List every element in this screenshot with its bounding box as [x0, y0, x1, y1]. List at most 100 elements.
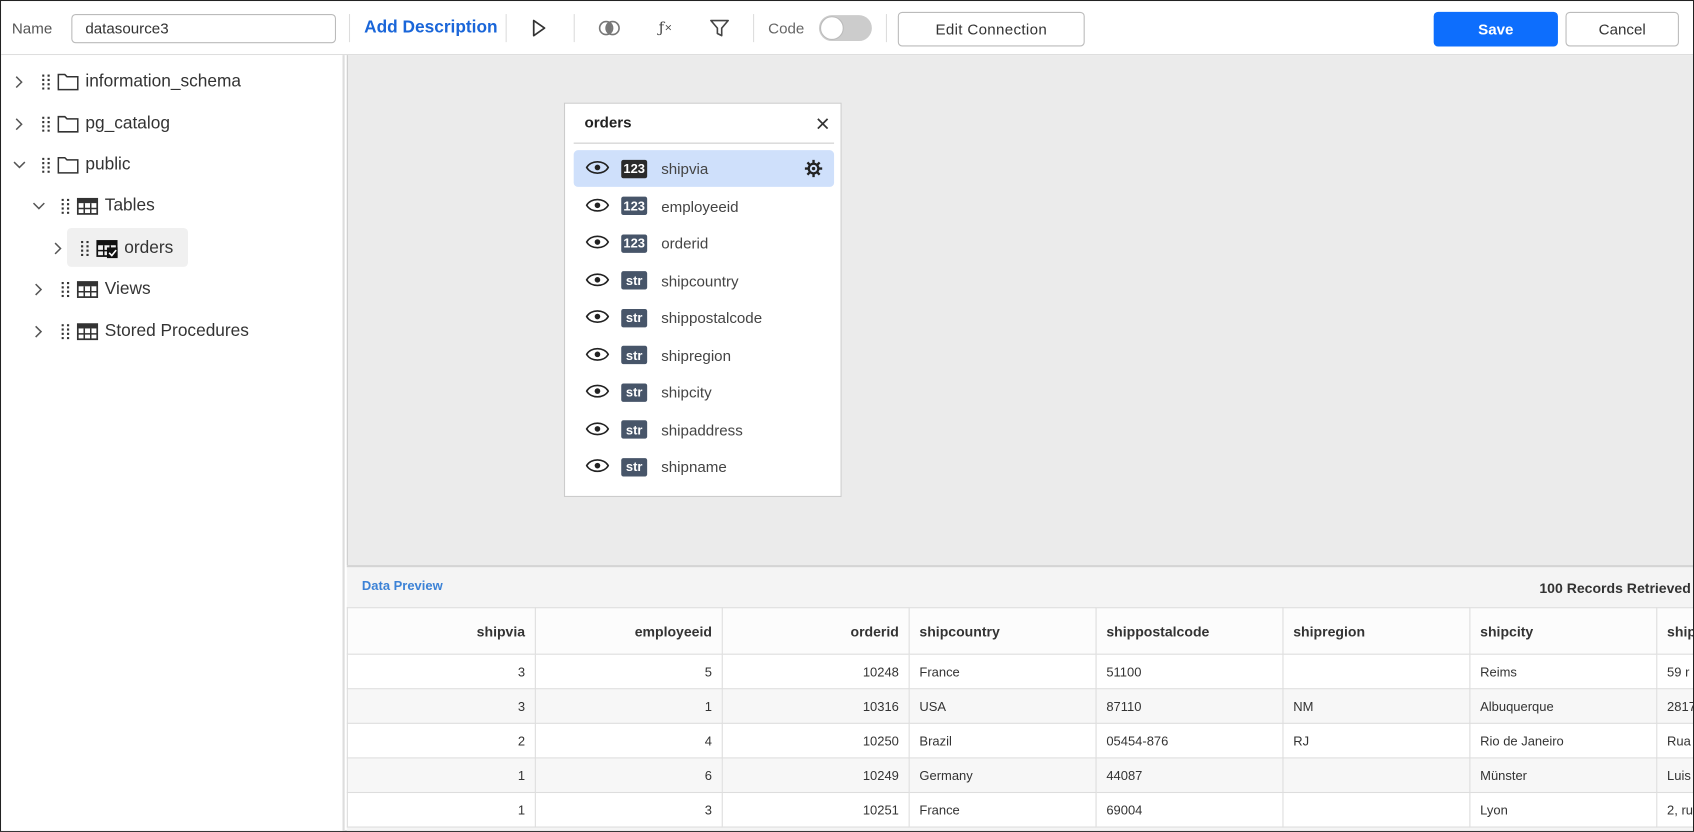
- table-cell: Münster: [1469, 757, 1658, 794]
- eye-icon[interactable]: [585, 346, 612, 363]
- field-name: orderid: [661, 234, 709, 252]
- tree-item-orders[interactable]: orders: [51, 230, 173, 267]
- table-card-orders[interactable]: orders 123 shipvia 123 employeeid 123 orderid…: [563, 102, 842, 497]
- table-cell: 3: [346, 653, 536, 690]
- chevron-down-icon[interactable]: [31, 199, 46, 214]
- chevron-right-icon[interactable]: [12, 75, 27, 90]
- table-cell: 69004: [1095, 791, 1284, 828]
- eye-icon[interactable]: [585, 234, 612, 251]
- column-header[interactable]: ship: [1656, 607, 1693, 655]
- save-button[interactable]: Save: [1433, 11, 1558, 47]
- table-cell: France: [908, 653, 1097, 690]
- field-orderid[interactable]: 123 orderid: [574, 225, 834, 262]
- chevron-down-icon[interactable]: [12, 158, 27, 173]
- tree-item-public[interactable]: public: [12, 147, 131, 184]
- table-cell: 1: [346, 757, 536, 794]
- filter-icon[interactable]: [708, 17, 732, 39]
- table-cell: 3: [346, 688, 536, 724]
- cancel-button[interactable]: Cancel: [1565, 11, 1679, 47]
- divider: [573, 142, 835, 144]
- column-header[interactable]: shipcity: [1469, 607, 1658, 655]
- table-check-icon: [96, 239, 118, 259]
- field-shipvia[interactable]: 123 shipvia: [573, 150, 835, 187]
- type-badge: str: [621, 383, 648, 402]
- type-badge: str: [621, 271, 648, 290]
- join-icon[interactable]: [597, 17, 621, 39]
- gear-icon[interactable]: [804, 159, 823, 178]
- tree-item-label: information_schema: [85, 72, 242, 91]
- tree-item-information-schema[interactable]: information_schema: [12, 64, 241, 101]
- table-cell: 2, ru: [1656, 791, 1693, 828]
- tree-item-stored-procedures[interactable]: Stored Procedures: [31, 313, 249, 350]
- field-name: shipaddress: [661, 420, 743, 439]
- table-cell: 5: [534, 653, 723, 690]
- table-cell: 05454-876: [1095, 722, 1284, 759]
- play-icon[interactable]: [528, 17, 550, 39]
- folder-icon: [57, 115, 79, 134]
- table-cell: 51100: [1095, 653, 1284, 690]
- tree-item-label: Tables: [104, 196, 155, 215]
- field-shipregion[interactable]: str shipregion: [574, 337, 834, 374]
- table-row: 3 1 10316 USA 87110 NM Albuquerque 2817: [346, 688, 1693, 724]
- divider: [348, 14, 351, 43]
- field-shipaddress[interactable]: str shipaddress: [574, 411, 834, 448]
- drag-handle-icon: [61, 281, 71, 298]
- tree-item-views[interactable]: Views: [31, 271, 151, 308]
- column-header[interactable]: shipvia: [346, 607, 536, 655]
- eye-icon[interactable]: [585, 272, 612, 289]
- field-name: shipcountry: [661, 271, 739, 290]
- close-icon[interactable]: [814, 115, 831, 132]
- table-cell: 10316: [721, 688, 910, 724]
- type-badge: 123: [621, 159, 648, 178]
- tree-item-label: orders: [124, 238, 174, 258]
- design-canvas[interactable]: [346, 55, 1693, 566]
- table-cell: 87110: [1095, 688, 1284, 724]
- table-cell: Albuquerque: [1469, 688, 1658, 724]
- eye-icon[interactable]: [585, 384, 612, 401]
- table-cell: 3: [534, 791, 723, 828]
- eye-icon[interactable]: [585, 160, 612, 177]
- card-title: orders: [584, 113, 632, 131]
- add-description-link[interactable]: Add Description: [364, 18, 497, 37]
- eye-icon[interactable]: [585, 421, 612, 438]
- chevron-right-icon[interactable]: [51, 241, 66, 256]
- column-header[interactable]: employeeid: [534, 607, 723, 655]
- table-cell: Germany: [908, 757, 1097, 794]
- drag-handle-icon: [81, 240, 90, 257]
- column-header[interactable]: shipcountry: [908, 607, 1097, 655]
- chevron-right-icon[interactable]: [12, 117, 27, 132]
- field-shipcountry[interactable]: str shipcountry: [574, 262, 834, 299]
- eye-icon[interactable]: [585, 197, 612, 214]
- datasource-editor: Name datasource3 Add Description ƒ × Code…: [0, 0, 1694, 832]
- tree-item-label: Stored Procedures: [104, 321, 249, 341]
- table-icon: [76, 197, 99, 216]
- name-input[interactable]: datasource3: [71, 14, 337, 44]
- table-cell: Reims: [1469, 653, 1658, 690]
- edit-connection-button[interactable]: Edit Connection: [897, 11, 1085, 47]
- field-shipname[interactable]: str shipname: [574, 448, 834, 485]
- field-shipcity[interactable]: str shipcity: [574, 374, 834, 411]
- data-preview: Data Preview 100 Records Retrieved shipv…: [346, 565, 1693, 831]
- chevron-right-icon[interactable]: [31, 282, 46, 297]
- drag-handle-icon: [42, 74, 51, 90]
- formula-icon[interactable]: ƒ ×: [654, 17, 678, 39]
- eye-icon[interactable]: [585, 309, 612, 326]
- column-header[interactable]: shipregion: [1282, 607, 1471, 655]
- column-header[interactable]: orderid: [721, 607, 910, 655]
- tree-item-pg-catalog[interactable]: pg_catalog: [12, 106, 170, 143]
- eye-icon[interactable]: [585, 458, 612, 475]
- divider: [753, 14, 755, 43]
- field-employeeid[interactable]: 123 employeeid: [574, 187, 834, 224]
- divider: [505, 14, 507, 43]
- field-shippostalcode[interactable]: str shippostalcode: [574, 299, 834, 336]
- type-badge: str: [621, 420, 648, 439]
- chevron-right-icon[interactable]: [31, 324, 46, 339]
- drag-handle-icon: [42, 157, 51, 173]
- tree-item-tables[interactable]: Tables: [31, 188, 155, 225]
- code-label: Code: [768, 19, 805, 37]
- preview-table: shipvia employeeid orderid shipcountry shipp…: [346, 607, 1693, 828]
- table-cell: 10248: [721, 653, 910, 690]
- table-cell: [1282, 653, 1471, 690]
- code-toggle[interactable]: [818, 15, 872, 42]
- column-header[interactable]: shippostalcode: [1095, 607, 1284, 655]
